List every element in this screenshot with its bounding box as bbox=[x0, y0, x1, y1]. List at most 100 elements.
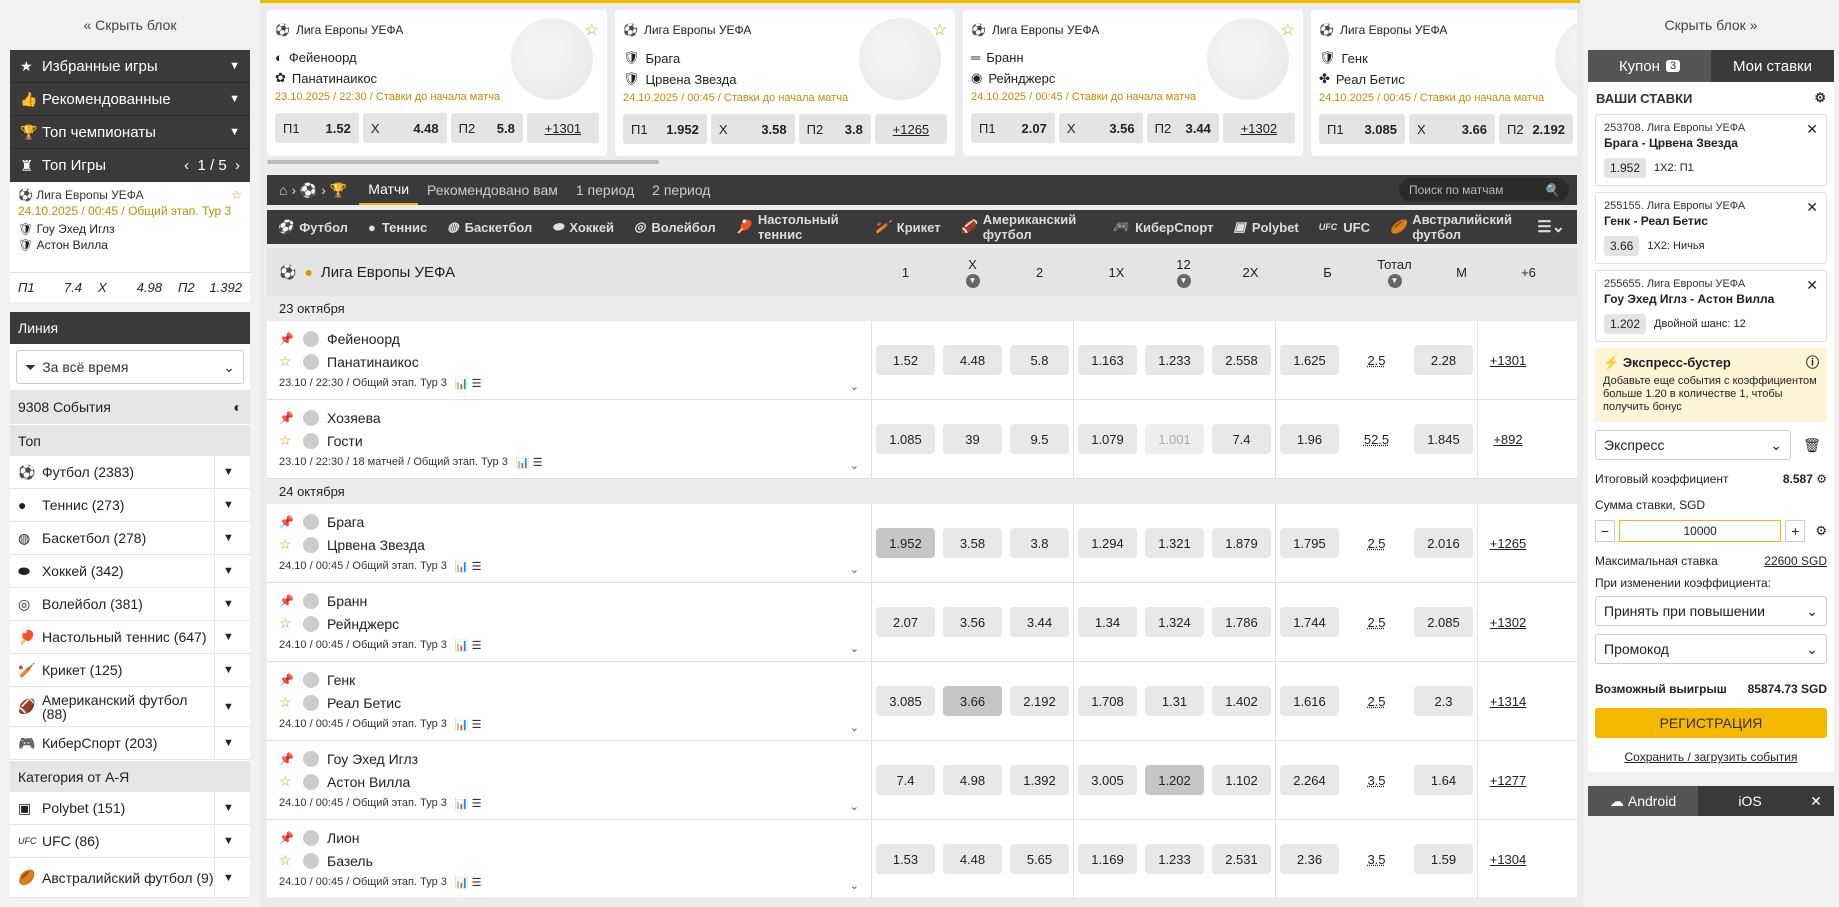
close-icon[interactable]: ✕ bbox=[1806, 199, 1818, 216]
stats-icon[interactable]: 📊 ☰ bbox=[455, 718, 482, 731]
sport-item-basketball[interactable]: ◍ Баскетбол (278) ▼ bbox=[10, 522, 250, 555]
odd-button[interactable]: 1.625 bbox=[1280, 345, 1339, 375]
sport-tab-aussie-rules[interactable]: 🏉 Австралийский футбол bbox=[1380, 212, 1537, 242]
breadcrumb[interactable]: ⌂ › ⚽ › 🏆 bbox=[267, 182, 359, 199]
pin-icon[interactable]: 📌 bbox=[279, 752, 295, 766]
odd-button[interactable]: 3.56 bbox=[943, 607, 1002, 637]
odd-button[interactable]: 1.708 bbox=[1078, 686, 1137, 716]
odd-button[interactable]: 3.8 bbox=[1010, 528, 1069, 558]
odd-button[interactable]: 1.085 bbox=[876, 424, 935, 454]
odd-button[interactable]: 2.5 bbox=[1347, 607, 1406, 637]
odd-p2[interactable]: П2 3.44 bbox=[1146, 113, 1219, 143]
ios-app-button[interactable]: iOS bbox=[1698, 786, 1798, 816]
sport-item-hockey[interactable]: ⬬ Хоккей (342) ▼ bbox=[10, 555, 250, 588]
odd-button[interactable]: 7.4 bbox=[1212, 424, 1271, 454]
odd-p1[interactable]: П1 1.52 bbox=[275, 113, 359, 143]
pin-icon[interactable]: 📌 bbox=[279, 515, 295, 529]
chevron-down-icon[interactable]: ▼ bbox=[214, 654, 242, 686]
odd-button[interactable]: 4.48 bbox=[943, 345, 1002, 375]
pin-icon[interactable]: 📌 bbox=[279, 332, 295, 346]
sport-tab-basketball[interactable]: ◍ Баскетбол bbox=[437, 219, 542, 235]
featured-card[interactable]: ⚽ Лига Европы УЕФА ☆ ◐ Фейеноорд ✿ Панатинаи… bbox=[267, 10, 607, 156]
odd-button[interactable]: 2.5 bbox=[1347, 528, 1406, 558]
gear-icon[interactable]: ⚙ bbox=[1815, 523, 1827, 539]
odd-button[interactable]: 2.3 bbox=[1414, 686, 1473, 716]
promo-code-field[interactable]: Промокод ⌄ bbox=[1595, 634, 1827, 664]
odd-button[interactable]: 1.102 bbox=[1212, 765, 1271, 795]
odd-button[interactable]: 9.5 bbox=[1010, 424, 1069, 454]
odd-button[interactable]: 1.233 bbox=[1145, 844, 1204, 874]
match-info[interactable]: 📌 Брага ☆ Црвена Звезда 24.10 / 00:45 / Общи… bbox=[267, 504, 872, 582]
android-app-button[interactable]: ☁ Android bbox=[1588, 786, 1698, 816]
star-icon[interactable]: ☆ bbox=[279, 615, 295, 632]
odd-button[interactable]: 4.48 bbox=[943, 844, 1002, 874]
star-icon[interactable]: ☆ bbox=[279, 432, 295, 449]
odd-button[interactable]: 1.96 bbox=[1280, 424, 1339, 454]
odd-button[interactable]: 1.744 bbox=[1280, 607, 1339, 637]
sport-tab-volleyball[interactable]: ◎ Волейбол bbox=[624, 219, 726, 235]
odd-p2[interactable]: П2 2.192 bbox=[1499, 114, 1573, 144]
hide-right-block-button[interactable]: Скрыть блок » bbox=[1583, 0, 1839, 50]
odd-button[interactable]: 1.34 bbox=[1078, 607, 1137, 637]
odd-x[interactable]: X 4.48 bbox=[362, 113, 447, 143]
top-game-card[interactable]: ⚽ Лига Европы УЕФА ☆ 24.10.2025 / 00:45 /… bbox=[10, 182, 250, 272]
chevron-down-icon[interactable]: ▼ bbox=[214, 727, 242, 759]
sport-tab-hockey[interactable]: ⬬ Хоккей bbox=[542, 219, 624, 235]
chevron-down-icon[interactable]: ⌄ bbox=[850, 800, 859, 813]
stats-icon[interactable]: 📊 ☰ bbox=[455, 377, 482, 390]
menu-icon[interactable]: ☰⌄ bbox=[1537, 217, 1577, 237]
chevron-down-icon[interactable]: ▼ bbox=[214, 825, 242, 857]
tab-my-bets[interactable]: Мои ставки bbox=[1711, 50, 1834, 82]
chevron-down-icon[interactable]: ▼ bbox=[214, 588, 242, 620]
sport-tab-polybet[interactable]: ▣ Polybet bbox=[1224, 219, 1309, 235]
sidebar-item-top-championships[interactable]: 🏆 Топ чемпионаты ▼ bbox=[10, 116, 250, 149]
odd-button[interactable]: 2.5 bbox=[1347, 686, 1406, 716]
tab-recommended[interactable]: Рекомендовано вам bbox=[418, 175, 567, 205]
stake-minus-button[interactable]: − bbox=[1595, 520, 1615, 542]
odd-p1[interactable]: П1 7.4 bbox=[10, 280, 90, 295]
odd-button[interactable]: 3.44 bbox=[1010, 607, 1069, 637]
match-info[interactable]: 📌 Хозяева ☆ Гости 23.10 / 22:30 / 18 матчей … bbox=[267, 400, 872, 478]
tab-period-2[interactable]: 2 период bbox=[643, 175, 719, 205]
star-icon[interactable]: ☆ bbox=[279, 852, 295, 869]
star-icon[interactable]: ☆ bbox=[279, 773, 295, 790]
odd-x[interactable]: X 3.58 bbox=[710, 114, 795, 144]
odd-button[interactable]: 1.294 bbox=[1078, 528, 1137, 558]
star-icon[interactable]: ☆ bbox=[279, 353, 295, 370]
odd-button[interactable]: 1.795 bbox=[1280, 528, 1339, 558]
odd-button[interactable]: 1.001 bbox=[1145, 424, 1204, 454]
search-input[interactable]: Поиск по матчам 🔍 bbox=[1399, 178, 1569, 202]
featured-card[interactable]: ⚽Лига Европы УЕФА☆ 🛡Генк ✤Реал Бетис 24.… bbox=[1311, 10, 1577, 156]
sport-item-table-tennis[interactable]: 🏓 Настольный теннис (647) ▼ bbox=[10, 621, 250, 654]
odd-p1[interactable]: П1 2.07 bbox=[971, 113, 1055, 143]
odd-x[interactable]: X 3.56 bbox=[1058, 113, 1143, 143]
odd-button[interactable]: 2.36 bbox=[1280, 844, 1339, 874]
odd-button[interactable]: 1.392 bbox=[1010, 765, 1069, 795]
odd-button[interactable]: 2.07 bbox=[876, 607, 935, 637]
pin-icon[interactable]: 📌 bbox=[279, 831, 295, 845]
odd-button[interactable]: 52.5 bbox=[1347, 424, 1406, 454]
odd-button[interactable]: 1.169 bbox=[1078, 844, 1137, 874]
match-row[interactable]: 📌 Гоу Эхед Иглз ☆ Астон Вилла 24.10 / 00:45 … bbox=[267, 741, 1577, 820]
featured-card[interactable]: ⚽ Лига Европы УЕФА ☆ ═ Бранн ◉ Рейнджерс 24.… bbox=[963, 10, 1303, 156]
more-markets-link[interactable]: +1265 bbox=[874, 114, 947, 144]
sport-item-ufc[interactable]: UFC UFC (86) ▼ bbox=[10, 825, 250, 858]
odd-button[interactable]: 1.53 bbox=[876, 844, 935, 874]
sport-tab-cricket[interactable]: 🏏 Крикет bbox=[865, 219, 951, 235]
stake-plus-button[interactable]: + bbox=[1785, 520, 1806, 542]
match-row[interactable]: 📌 Лион ☆ Базель 24.10 / 00:45 / Общий этап. … bbox=[267, 820, 1577, 899]
odd-button[interactable]: 5.65 bbox=[1010, 844, 1069, 874]
odd-button[interactable]: 1.64 bbox=[1414, 765, 1473, 795]
star-icon[interactable]: ☆ bbox=[279, 694, 295, 711]
odd-button[interactable]: 2.28 bbox=[1414, 345, 1473, 375]
odd-button[interactable]: 39 bbox=[943, 424, 1002, 454]
odd-x[interactable]: X 4.98 bbox=[90, 280, 170, 295]
sport-item-aussie-rules[interactable]: 🏉 Австралийский футбол (9) ▼ bbox=[10, 858, 250, 898]
more-markets-link[interactable]: +1277 bbox=[1478, 773, 1538, 788]
sport-tab-american-football[interactable]: 🏈 Американский футбол bbox=[951, 212, 1103, 242]
tab-coupon[interactable]: Купон 3 bbox=[1588, 50, 1711, 82]
sport-tab-tennis[interactable]: ● Теннис bbox=[358, 220, 437, 235]
sidebar-item-recommended[interactable]: 👍 Рекомендованные ▼ bbox=[10, 83, 250, 116]
more-markets-link[interactable]: +1302 bbox=[1222, 113, 1295, 143]
star-icon[interactable]: ☆ bbox=[231, 188, 242, 202]
